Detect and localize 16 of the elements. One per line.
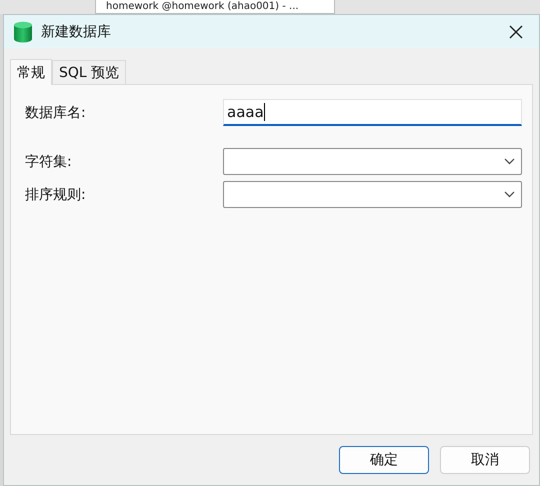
dialog-button[interactable]: 取消 [440,446,530,474]
field-label: 排序规则: [25,186,87,204]
field-label: 数据库名: [25,104,87,122]
input-field[interactable]: aaaa [223,99,522,126]
close-icon [508,24,524,40]
tab[interactable]: SQL 预览 [52,60,126,84]
chevron-down-icon [504,191,515,198]
dropdown[interactable] [223,148,522,175]
database-icon [13,20,33,42]
chevron-down-icon [504,158,515,165]
dropdown[interactable] [223,181,522,208]
window-title: 新建数据库 [41,22,112,40]
dialog-button[interactable]: 确定 [339,446,429,474]
field-label: 字符集: [25,152,73,170]
tab[interactable]: 常规 [10,59,52,85]
background-window-tab[interactable]: homework @homework (ahao001) - ... [95,0,335,14]
